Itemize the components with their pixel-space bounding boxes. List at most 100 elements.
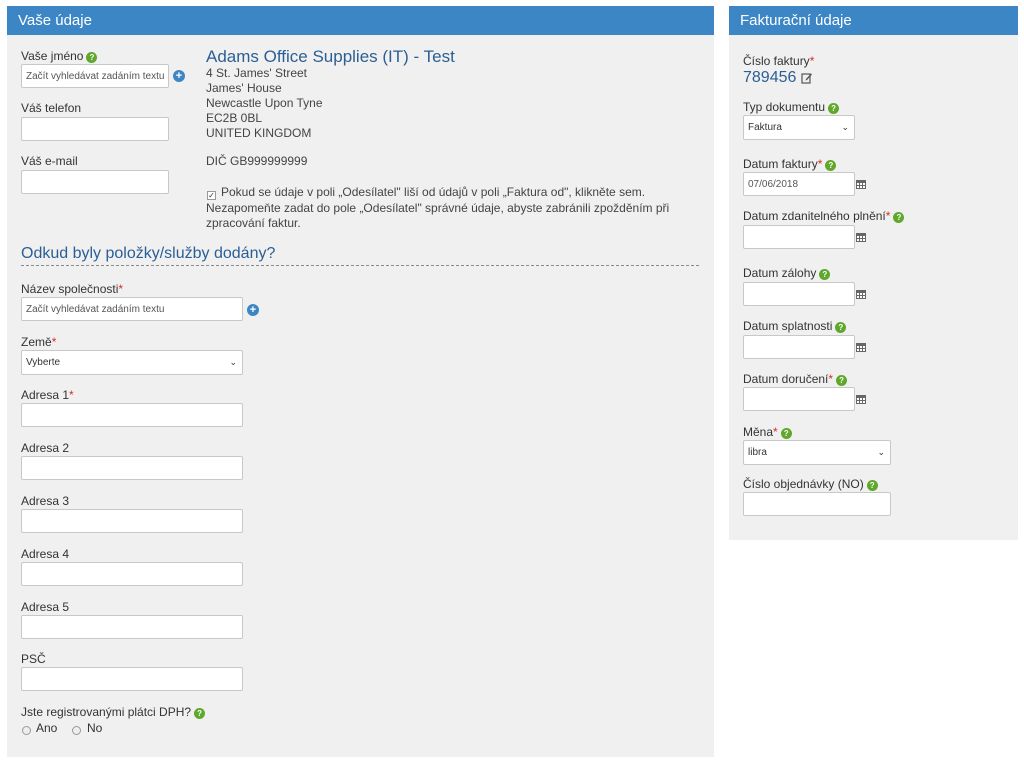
delivery-date-label-text: Datum doručení bbox=[743, 372, 829, 386]
your-email-label: Váš e-mail bbox=[21, 154, 78, 168]
address4-input[interactable] bbox=[21, 562, 243, 586]
company-name: Adams Office Supplies (IT) - Test bbox=[206, 47, 455, 66]
po-number-label-text: Číslo objednávky (NO) bbox=[743, 477, 864, 491]
invoice-date-input[interactable]: 07/06/2018 bbox=[743, 172, 855, 196]
vat-question-label: Jste registrovanými plátci DPH?? bbox=[21, 705, 206, 719]
company-vat: DIČ GB999999999 bbox=[206, 154, 308, 168]
invoice-number-text: 789456 bbox=[743, 69, 797, 86]
vat-question-text: Jste registrovanými plátci DPH? bbox=[21, 705, 192, 719]
address-line: Newcastle Upon Tyne bbox=[206, 96, 323, 110]
your-phone-input[interactable] bbox=[21, 117, 169, 141]
address-line: 4 St. James' Street bbox=[206, 66, 307, 80]
sender-different-checkbox[interactable]: ✓ bbox=[207, 191, 216, 200]
delivery-company-input[interactable]: Začít vyhledávat zadáním textu bbox=[21, 297, 243, 321]
add-company-icon[interactable]: + bbox=[247, 304, 259, 316]
currency-selected: libra bbox=[748, 447, 767, 458]
advance-date-label: Datum zálohy? bbox=[743, 266, 831, 280]
help-icon[interactable]: ? bbox=[86, 52, 98, 63]
help-icon[interactable]: ? bbox=[893, 212, 905, 223]
address3-input[interactable] bbox=[21, 509, 243, 533]
edit-icon[interactable] bbox=[801, 72, 813, 84]
address2-label: Adresa 2 bbox=[21, 441, 70, 455]
sender-notice-line-1: Pokud se údaje v poli „Odesílatel" liší … bbox=[221, 185, 646, 199]
address-line: EC2B 0BL bbox=[206, 111, 263, 125]
invoice-number-label: Číslo faktury* bbox=[743, 54, 815, 68]
vat-yes-radio[interactable] bbox=[22, 726, 31, 735]
chevron-down-icon: ⌄ bbox=[877, 447, 885, 457]
tax-date-label-text: Datum zdanitelného plnění bbox=[743, 209, 886, 223]
help-icon[interactable]: ? bbox=[819, 269, 831, 280]
sender-notice-line-2: Nezapomeňte zadat do pole „Odesílatel" s… bbox=[206, 201, 670, 215]
invoice-details-panel: Fakturační údaje Číslo faktury* 789456 T… bbox=[729, 6, 1018, 540]
help-icon[interactable]: ? bbox=[866, 480, 878, 491]
address2-input[interactable] bbox=[21, 456, 243, 480]
your-name-label-text: Vaše jméno bbox=[21, 49, 84, 63]
your-name-input[interactable]: Začít vyhledávat zadáním textu bbox=[21, 64, 169, 88]
help-icon[interactable]: ? bbox=[780, 428, 792, 439]
your-name-label: Vaše jméno? bbox=[21, 49, 98, 63]
delivery-section-title: Odkud byly položky/služby dodány? bbox=[21, 245, 276, 262]
company-name-label-text: Název společnosti bbox=[21, 282, 119, 296]
help-icon[interactable]: ? bbox=[825, 160, 837, 171]
address1-label-text: Adresa 1 bbox=[21, 388, 70, 402]
advance-date-label-text: Datum zálohy bbox=[743, 266, 817, 280]
company-name-label: Název společnosti* bbox=[21, 282, 124, 296]
section-divider bbox=[21, 265, 699, 266]
vat-no-radio[interactable] bbox=[72, 726, 81, 735]
calendar-icon[interactable] bbox=[856, 343, 866, 352]
due-date-input[interactable] bbox=[743, 335, 855, 359]
chevron-down-icon: ⌄ bbox=[229, 357, 237, 367]
document-type-label-text: Typ dokumentu bbox=[743, 100, 826, 114]
your-details-header: Vaše údaje bbox=[7, 6, 714, 35]
help-icon[interactable]: ? bbox=[836, 375, 848, 386]
help-icon[interactable]: ? bbox=[194, 708, 206, 719]
delivery-date-input[interactable] bbox=[743, 387, 855, 411]
country-select[interactable]: Vyberte ⌄ bbox=[21, 350, 243, 375]
postcode-input[interactable] bbox=[21, 667, 243, 691]
document-type-label: Typ dokumentu? bbox=[743, 100, 840, 114]
address-line: UNITED KINGDOM bbox=[206, 126, 312, 140]
calendar-icon[interactable] bbox=[856, 180, 866, 189]
address5-label: Adresa 5 bbox=[21, 600, 70, 614]
document-type-select[interactable]: Faktura ⌄ bbox=[743, 115, 855, 140]
vat-no-label: No bbox=[87, 721, 103, 735]
po-number-input[interactable] bbox=[743, 492, 891, 516]
invoice-date-label: Datum faktury*? bbox=[743, 157, 837, 171]
invoice-number-value: 789456 bbox=[743, 69, 796, 87]
tax-date-input[interactable] bbox=[743, 225, 855, 249]
delivery-date-label: Datum doručení*? bbox=[743, 372, 848, 386]
invoice-number-label-text: Číslo faktury bbox=[743, 54, 810, 68]
address1-label: Adresa 1* bbox=[21, 388, 74, 402]
your-email-input[interactable] bbox=[21, 170, 169, 194]
address4-label: Adresa 4 bbox=[21, 547, 70, 561]
due-date-label-text: Datum splatnosti bbox=[743, 319, 833, 333]
country-label-text: Země bbox=[21, 335, 52, 349]
postcode-label: PSČ bbox=[21, 652, 46, 666]
currency-label-text: Měna bbox=[743, 425, 774, 439]
help-icon[interactable]: ? bbox=[835, 322, 847, 333]
calendar-icon[interactable] bbox=[856, 395, 866, 404]
help-icon[interactable]: ? bbox=[828, 103, 840, 114]
add-contact-icon[interactable]: + bbox=[173, 70, 185, 82]
sender-notice-line-3: zpracování faktur. bbox=[206, 216, 301, 230]
your-phone-label: Váš telefon bbox=[21, 101, 82, 115]
calendar-icon[interactable] bbox=[856, 233, 866, 242]
address-line: James' House bbox=[206, 81, 282, 95]
currency-label: Měna*? bbox=[743, 425, 792, 439]
country-selected: Vyberte bbox=[26, 357, 61, 368]
tax-date-label: Datum zdanitelného plnění*? bbox=[743, 209, 905, 223]
chevron-down-icon: ⌄ bbox=[841, 122, 849, 132]
invoice-details-header: Fakturační údaje bbox=[729, 6, 1018, 35]
advance-date-input[interactable] bbox=[743, 282, 855, 306]
vat-yes-label: Ano bbox=[36, 721, 58, 735]
your-details-panel: Vaše údaje Vaše jméno? Začít vyhledávat … bbox=[7, 6, 714, 757]
address1-input[interactable] bbox=[21, 403, 243, 427]
address3-label: Adresa 3 bbox=[21, 494, 70, 508]
due-date-label: Datum splatnosti? bbox=[743, 319, 847, 333]
invoice-date-label-text: Datum faktury bbox=[743, 157, 818, 171]
currency-select[interactable]: libra ⌄ bbox=[743, 440, 891, 465]
document-type-selected: Faktura bbox=[748, 122, 782, 133]
country-label: Země* bbox=[21, 335, 57, 349]
address5-input[interactable] bbox=[21, 615, 243, 639]
calendar-icon[interactable] bbox=[856, 290, 866, 299]
